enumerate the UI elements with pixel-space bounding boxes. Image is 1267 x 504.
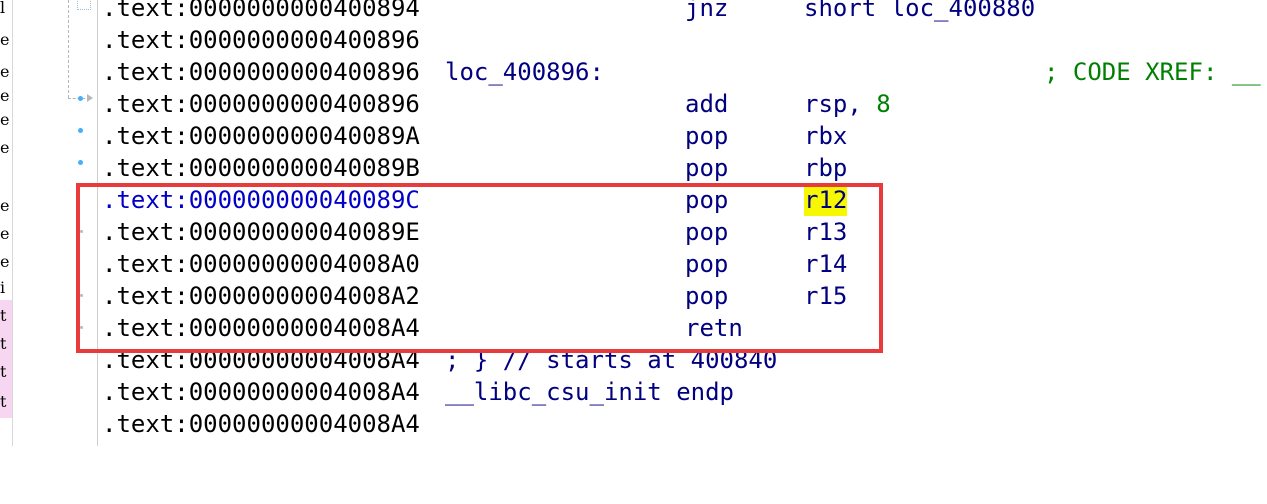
strip-char: t bbox=[0, 356, 12, 388]
annotation-highlight-box bbox=[76, 183, 883, 353]
mnemonic[interactable]: jnz bbox=[685, 0, 728, 24]
address: .text:0000000000400894 bbox=[102, 0, 420, 22]
address: .text:00000000004008A4 bbox=[102, 378, 420, 406]
address: .text:00000000004008A4 bbox=[102, 410, 420, 438]
xref-comment[interactable]: ; CODE XREF: __ bbox=[1044, 56, 1261, 88]
code-line[interactable]: .text:0000000000400896 bbox=[102, 24, 1267, 56]
strip-char: l bbox=[0, 0, 6, 17]
strip-char: t bbox=[0, 386, 12, 418]
strip-char: e bbox=[0, 30, 10, 49]
breakpoint-dot-icon[interactable] bbox=[78, 128, 83, 133]
code-label[interactable]: loc_400896: bbox=[445, 56, 604, 88]
operand[interactable]: rbx bbox=[804, 120, 847, 152]
address: .text:000000000040089A bbox=[102, 122, 420, 150]
mnemonic[interactable]: pop bbox=[685, 152, 728, 184]
operand-register[interactable]: rsp, bbox=[804, 90, 876, 118]
collapse-icon bbox=[77, 0, 91, 10]
code-line[interactable]: .text:0000000000400896 add rsp, 8 bbox=[102, 88, 1267, 120]
operand[interactable]: rbp bbox=[804, 152, 847, 184]
code-line[interactable]: .text:0000000000400894 jnz short loc_400… bbox=[102, 0, 1267, 24]
code-line[interactable]: .text:00000000004008A4 __libc_csu_init e… bbox=[102, 376, 1267, 408]
strip-char: e bbox=[0, 138, 10, 157]
address: .text:000000000040089B bbox=[102, 154, 420, 182]
code-line[interactable]: .text:000000000040089A pop rbx bbox=[102, 120, 1267, 152]
address: .text:0000000000400896 bbox=[102, 58, 420, 86]
mnemonic[interactable]: pop bbox=[685, 120, 728, 152]
mnemonic[interactable]: add bbox=[685, 88, 728, 120]
left-panel-strip: l e e e e e e e e i t t t t bbox=[0, 0, 13, 446]
address: .text:0000000000400896 bbox=[102, 90, 420, 118]
operand[interactable]: rsp, 8 bbox=[804, 88, 891, 120]
code-line[interactable]: .text:000000000040089B pop rbp bbox=[102, 152, 1267, 184]
code-line[interactable]: .text:00000000004008A4 bbox=[102, 408, 1267, 440]
arrow-right-icon bbox=[87, 94, 93, 102]
breakpoint-dot-icon[interactable] bbox=[78, 96, 83, 101]
operand-immediate: 8 bbox=[876, 90, 891, 118]
jump-arrow-line bbox=[68, 0, 69, 98]
breakpoint-dot-icon[interactable] bbox=[78, 160, 83, 165]
operand[interactable]: short loc_400880 bbox=[804, 0, 1035, 24]
function-endp[interactable]: __libc_csu_init endp bbox=[445, 376, 734, 408]
address: .text:0000000000400896 bbox=[102, 26, 420, 54]
code-line[interactable]: .text:0000000000400896 loc_400896: ; COD… bbox=[102, 56, 1267, 88]
